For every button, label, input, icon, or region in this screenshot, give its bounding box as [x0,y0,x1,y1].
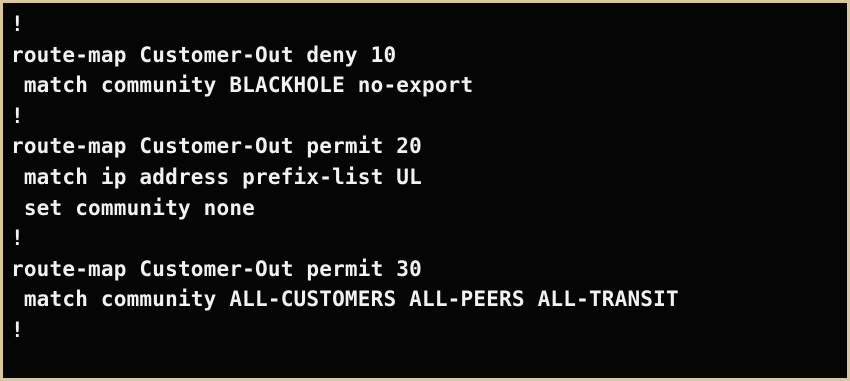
config-line-match-community-blackhole: match community BLACKHOLE no-export [11,73,474,98]
terminal-window: ! route-map Customer-Out deny 10 match c… [3,3,847,378]
config-line-route-map-permit-20: route-map Customer-Out permit 20 [11,134,422,159]
config-line-separator: ! [11,103,24,128]
config-line-separator: ! [11,317,24,342]
config-line-match-community-all: match community ALL-CUSTOMERS ALL-PEERS … [11,287,679,312]
config-line-separator: ! [11,226,24,251]
config-line-match-prefix-list: match ip address prefix-list UL [11,164,422,189]
config-line-route-map-deny-10: route-map Customer-Out deny 10 [11,42,397,67]
config-line-set-community-none: set community none [11,195,256,220]
config-line-separator: ! [11,12,24,36]
config-line-route-map-permit-30: route-map Customer-Out permit 30 [11,256,422,281]
